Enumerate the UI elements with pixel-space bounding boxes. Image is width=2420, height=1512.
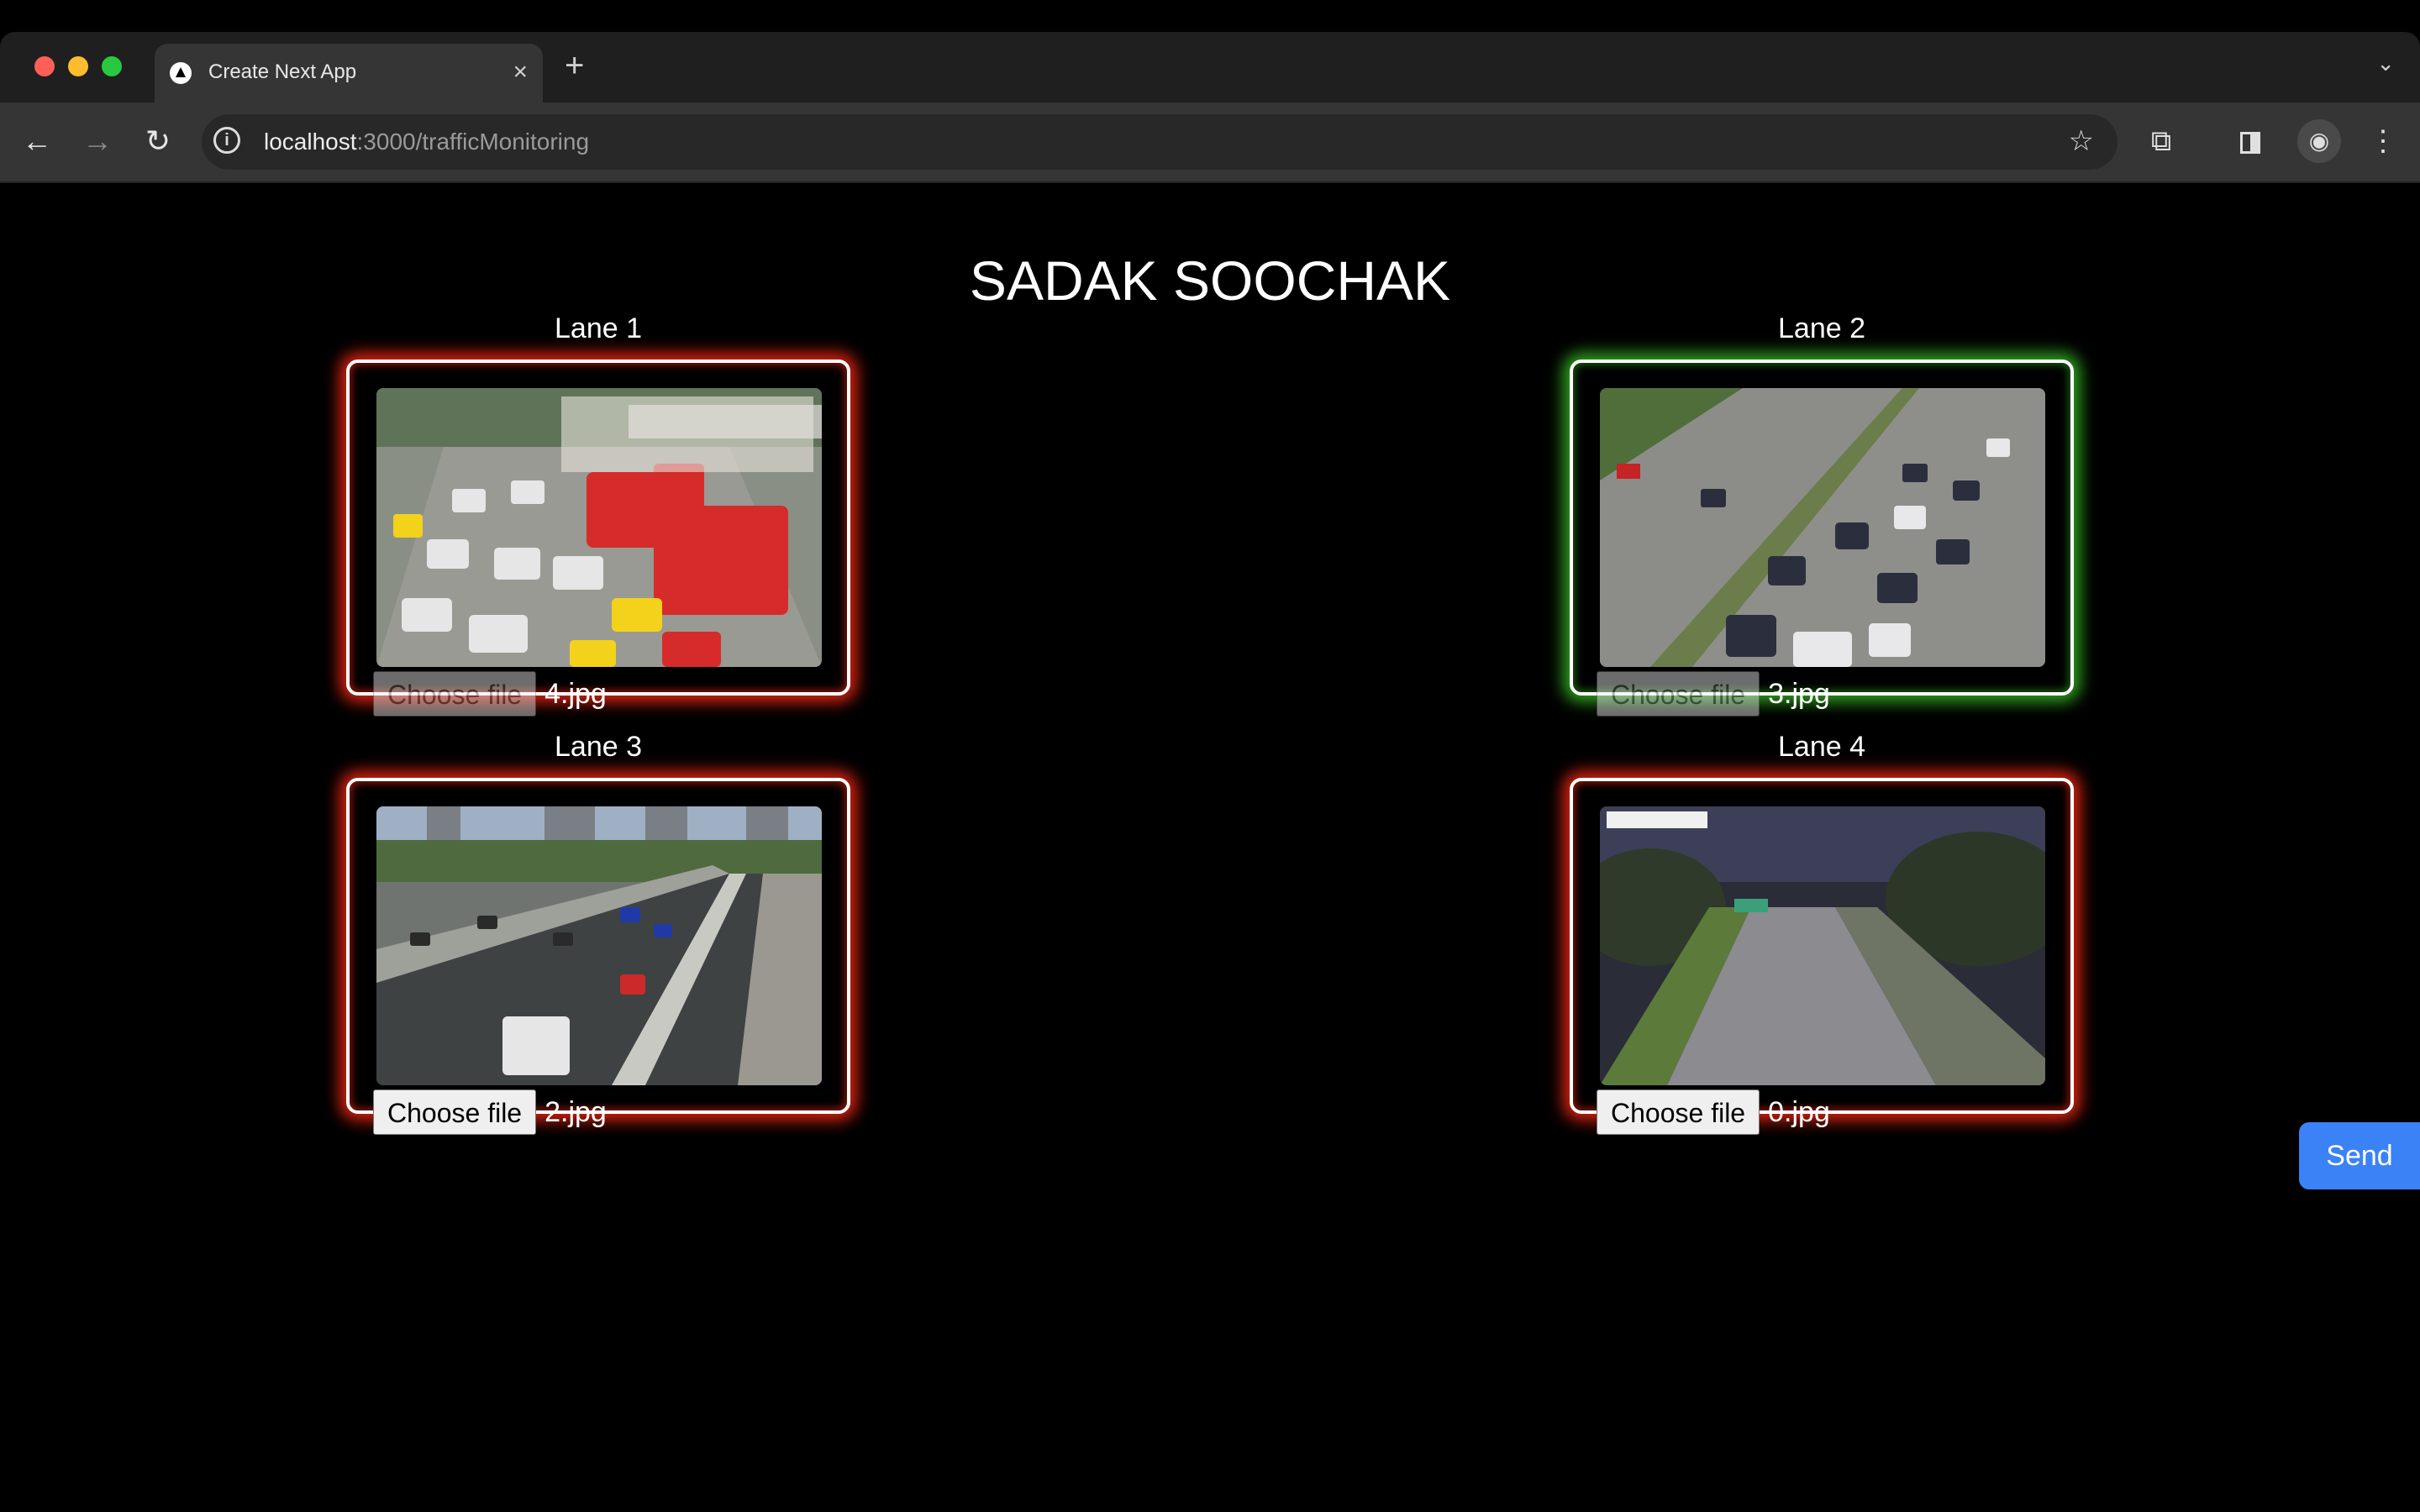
lane-label: Lane 3 (555, 731, 642, 763)
tab-strip: Create Next App × + ⌄ (0, 32, 2420, 102)
lane-label: Lane 2 (1778, 312, 1865, 344)
menu-icon[interactable]: ⋮ (2363, 121, 2403, 161)
choose-file-button[interactable]: Choose file (1597, 671, 1760, 717)
url-path: :3000/trafficMonitoring (356, 129, 590, 155)
page-content: SADAK SOOCHAK Lane 1 Choose file 4.jpg L… (0, 183, 2420, 1512)
lane-frame (1570, 778, 2074, 1114)
close-window-button[interactable] (34, 56, 55, 76)
browser-toolbar: ← → ↻ i localhost:3000/trafficMonitoring… (0, 102, 2420, 183)
file-name: 2.jpg (544, 1095, 607, 1128)
tab-title: Create Next App (208, 60, 357, 83)
choose-file-button[interactable]: Choose file (1597, 1089, 1760, 1135)
file-input[interactable]: Choose file 4.jpg (373, 670, 607, 717)
url-text[interactable]: localhost:3000/trafficMonitoring (264, 129, 589, 155)
lane-card-1: Lane 1 Choose file 4.jpg (346, 307, 850, 717)
file-input[interactable]: Choose file 3.jpg (1597, 670, 1830, 717)
choose-file-button[interactable]: Choose file (373, 671, 537, 717)
file-name: 4.jpg (544, 677, 607, 710)
new-tab-button[interactable]: + (565, 49, 584, 82)
file-name: 0.jpg (1768, 1095, 1830, 1128)
back-icon[interactable]: ← (17, 121, 57, 161)
reload-icon[interactable]: ↻ (138, 121, 178, 161)
traffic-image (376, 388, 822, 667)
bookmark-star-icon[interactable]: ☆ (2069, 124, 2094, 158)
lane-card-2: Lane 2 Choose file 3.jpg (1570, 307, 2074, 717)
lane-frame (346, 778, 850, 1114)
side-panel-icon[interactable] (2230, 121, 2270, 161)
tab-list-chevron-icon[interactable]: ⌄ (2376, 50, 2395, 76)
browser-tab[interactable]: Create Next App × (155, 44, 543, 102)
lane-card-4: Lane 4 Choose file 0.jpg (1570, 726, 2074, 1135)
page-title: SADAK SOOCHAK (969, 249, 1451, 312)
browser-window: Create Next App × + ⌄ ← → ↻ i localhost:… (0, 32, 2420, 1512)
lane-card-3: Lane 3 Choose file 2.jpg (346, 726, 850, 1135)
url-host: localhost (264, 129, 357, 155)
site-info-icon[interactable]: i (213, 127, 240, 154)
address-bar[interactable]: i localhost:3000/trafficMonitoring ☆ (202, 114, 2118, 170)
profile-icon[interactable]: ◉ (2297, 119, 2341, 163)
send-button[interactable]: Send (2299, 1122, 2420, 1189)
choose-file-button[interactable]: Choose file (373, 1089, 537, 1135)
lane-label: Lane 4 (1778, 731, 1865, 763)
file-input[interactable]: Choose file 0.jpg (1597, 1089, 1830, 1136)
tab-favicon (170, 62, 192, 84)
tab-close-icon[interactable]: × (513, 55, 528, 89)
minimize-window-button[interactable] (68, 56, 88, 76)
file-input[interactable]: Choose file 2.jpg (373, 1089, 607, 1136)
file-name: 3.jpg (1768, 677, 1830, 710)
traffic-image (376, 806, 822, 1085)
lane-frame (346, 360, 850, 696)
lane-frame (1570, 360, 2074, 696)
forward-icon[interactable]: → (77, 121, 118, 161)
maximize-window-button[interactable] (102, 56, 122, 76)
traffic-image (1600, 388, 2045, 667)
traffic-image (1600, 806, 2045, 1085)
extensions-icon[interactable]: ⧉ (2141, 121, 2181, 161)
lane-label: Lane 1 (555, 312, 642, 344)
